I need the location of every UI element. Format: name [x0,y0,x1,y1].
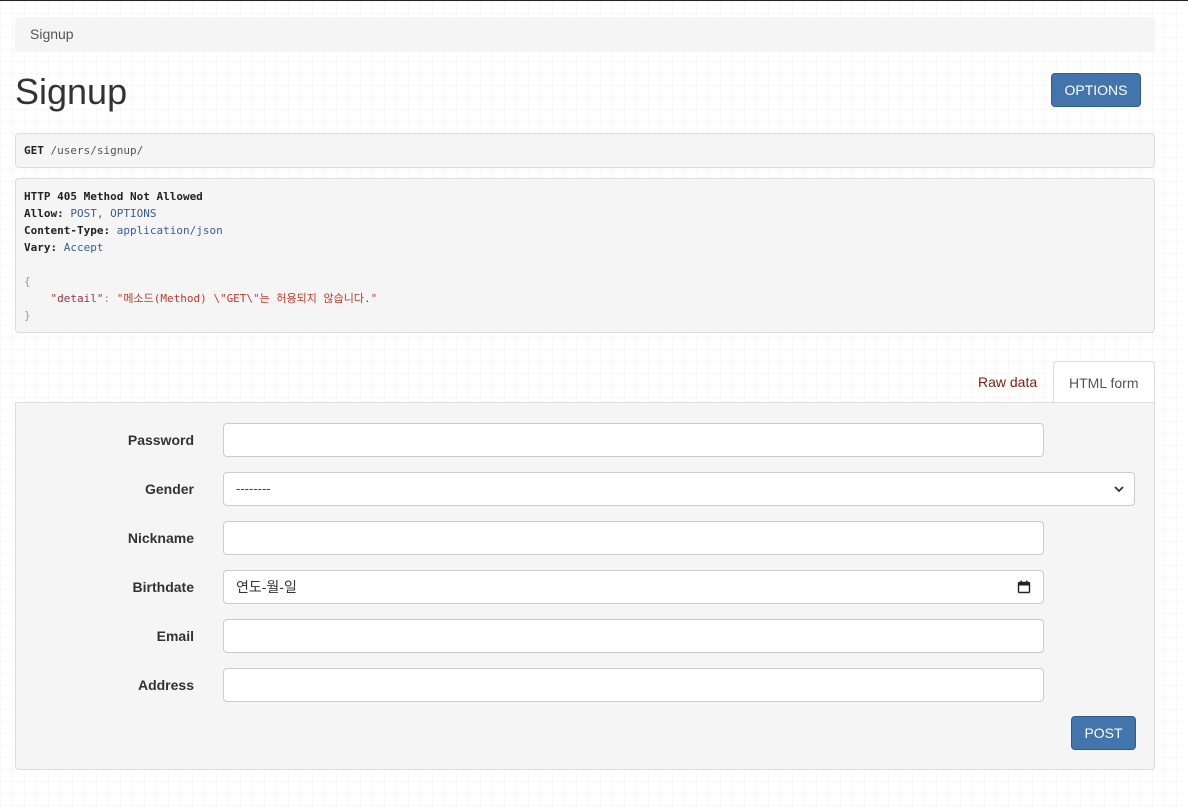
birthdate-label: Birthdate [132,579,194,595]
signup-form: Password Gender -------- Nickname Birthd… [15,402,1155,770]
header-key: Vary [24,241,51,254]
calendar-icon[interactable] [1017,580,1031,594]
post-button[interactable]: POST [1071,716,1136,750]
header-key: Content-Type [24,224,104,237]
nickname-field[interactable] [223,521,1044,555]
json-key: "detail" [50,292,104,305]
chevron-down-icon [1114,486,1124,493]
email-field[interactable] [223,619,1044,653]
request-path: /users/signup/ [50,144,144,157]
header-value: Accept [63,241,104,254]
password-field[interactable] [223,423,1044,457]
gender-label: Gender [144,481,194,497]
address-field[interactable] [223,668,1044,702]
tab-html-form[interactable]: HTML form [1053,361,1155,404]
response-info: HTTP 405 Method Not Allowed Allow: POST,… [15,178,1155,333]
birthdate-placeholder: 연도-월-일 [236,579,297,595]
header-value: application/json [116,224,223,237]
breadcrumb: Signup [15,17,1155,52]
page-title: Signup [15,71,128,112]
nickname-row: Nickname [16,521,1156,555]
gender-row: Gender -------- [16,472,1156,506]
gender-select[interactable]: -------- [223,472,1135,506]
address-label: Address [137,677,194,693]
email-label: Email [156,628,194,644]
content-tabs: Raw data HTML form [15,361,1155,404]
gender-selected-value: -------- [236,481,271,496]
request-info: GET /users/signup/ [15,133,1155,168]
request-method: GET [24,144,44,157]
birthdate-row: Birthdate 연도-월-일 [16,570,1156,604]
birthdate-field[interactable]: 연도-월-일 [223,570,1044,604]
header-value: POST, OPTIONS [70,207,157,220]
address-row: Address [16,668,1156,702]
json-value: "메소드(Method) \"GET\"는 허용되지 않습니다." [116,292,378,305]
json-open-brace: { [24,275,31,288]
header-key: Allow [24,207,58,220]
password-row: Password [16,423,1156,457]
nickname-label: Nickname [127,530,194,546]
password-label: Password [127,432,194,448]
email-row: Email [16,619,1156,653]
json-close-brace: } [24,309,31,322]
options-button[interactable]: OPTIONS [1051,73,1141,107]
page: Signup Signup OPTIONS GET /users/signup/… [0,1,1188,810]
response-status: HTTP 405 Method Not Allowed [24,190,203,203]
breadcrumb-item-signup[interactable]: Signup [30,26,74,42]
tab-raw-data[interactable]: Raw data [963,361,1052,403]
